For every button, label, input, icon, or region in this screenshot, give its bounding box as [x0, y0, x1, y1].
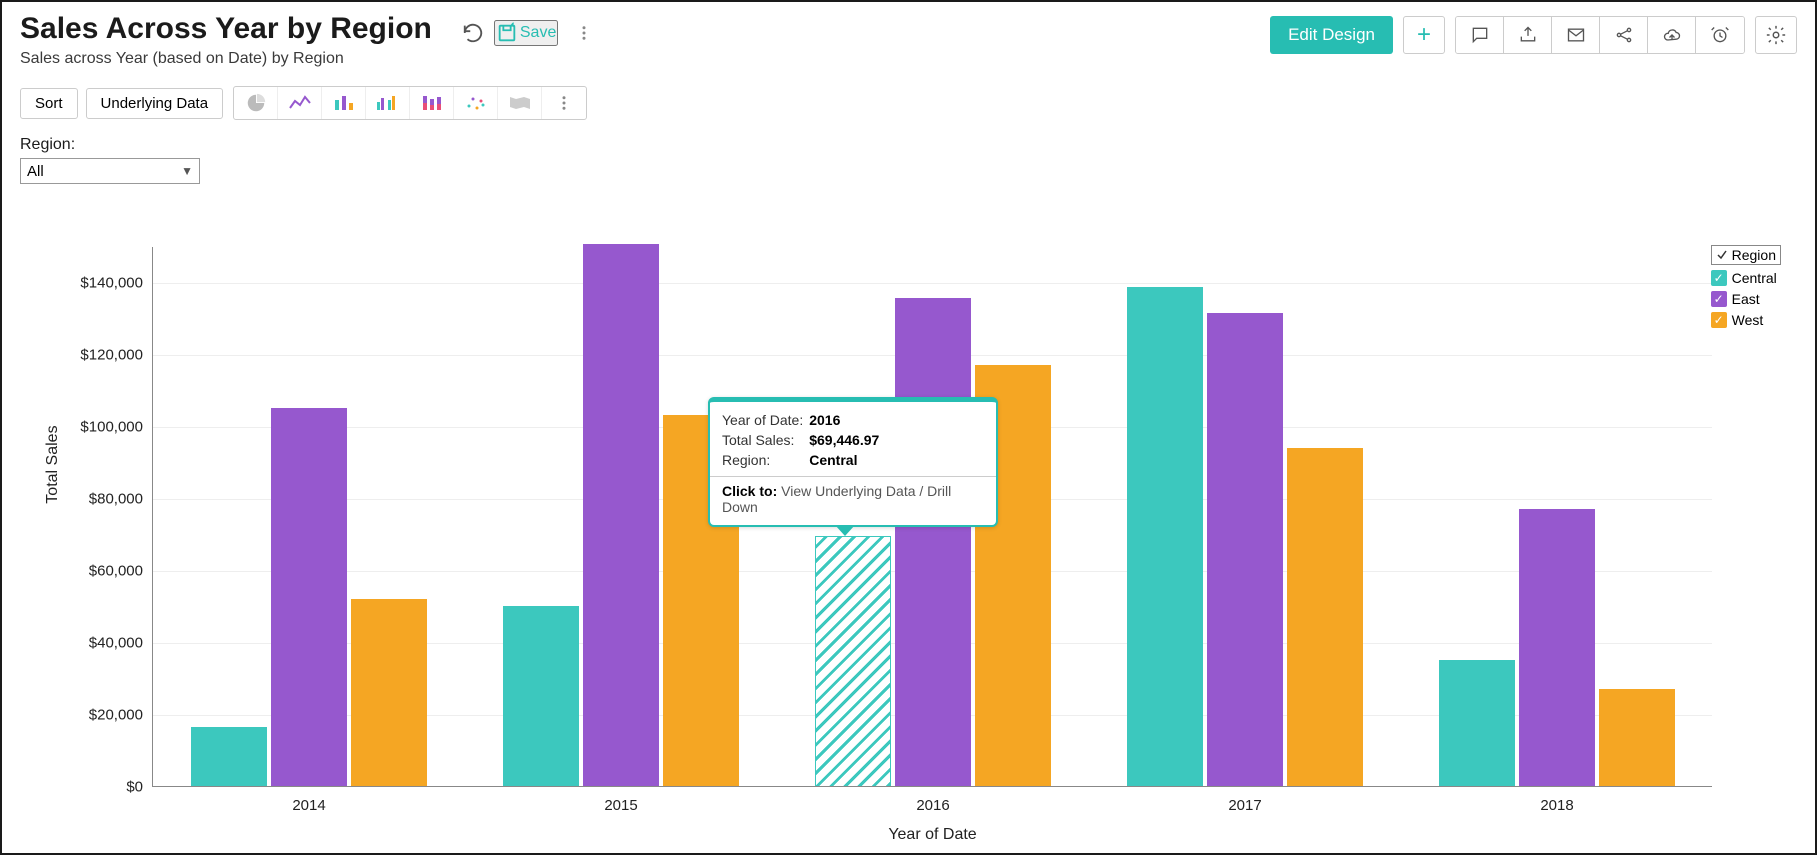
- x-tick-label: 2017: [1195, 797, 1295, 814]
- edit-design-button[interactable]: Edit Design: [1270, 16, 1393, 54]
- y-tick-label: $20,000: [63, 707, 143, 724]
- bar-central-2014[interactable]: [191, 727, 267, 786]
- chevron-down-icon: ▼: [181, 164, 193, 178]
- more-icon[interactable]: [568, 24, 600, 42]
- mail-icon[interactable]: [1552, 17, 1600, 53]
- pie-chart-icon[interactable]: [234, 87, 278, 119]
- comment-icon[interactable]: [1456, 17, 1504, 53]
- checkbox-icon: ✓: [1711, 270, 1727, 286]
- bar-east-2015[interactable]: [583, 244, 659, 786]
- y-tick-label: $80,000: [63, 491, 143, 508]
- grouped-bar-icon[interactable]: [366, 87, 410, 119]
- checkbox-icon: ✓: [1711, 312, 1727, 328]
- bar-central-2017[interactable]: [1127, 287, 1203, 786]
- x-tick-label: 2016: [883, 797, 983, 814]
- checkbox-icon: ✓: [1711, 291, 1727, 307]
- bar-east-2016[interactable]: [895, 298, 971, 786]
- underlying-data-button[interactable]: Underlying Data: [86, 88, 224, 119]
- filter-value: All: [27, 163, 44, 180]
- y-tick-label: $60,000: [63, 563, 143, 580]
- cloud-icon[interactable]: [1648, 17, 1696, 53]
- bar-west-2018[interactable]: [1599, 689, 1675, 786]
- chart-plot: $0$20,000$40,000$60,000$80,000$100,000$1…: [152, 247, 1712, 787]
- bar-central-2018[interactable]: [1439, 660, 1515, 786]
- bar-west-2014[interactable]: [351, 599, 427, 786]
- y-tick-label: $100,000: [63, 419, 143, 436]
- legend-item-central[interactable]: ✓ Central: [1711, 270, 1781, 286]
- stacked-bar-icon[interactable]: [410, 87, 454, 119]
- chart-tooltip: Year of Date:2016Total Sales:$69,446.97R…: [708, 397, 998, 527]
- line-chart-icon[interactable]: [278, 87, 322, 119]
- chart-type-more-icon[interactable]: [542, 87, 586, 119]
- region-filter-select[interactable]: All ▼: [20, 158, 200, 184]
- refresh-icon[interactable]: [462, 18, 484, 48]
- bar-central-2015[interactable]: [503, 606, 579, 786]
- bar-east-2018[interactable]: [1519, 509, 1595, 786]
- legend-toggle[interactable]: Region: [1711, 245, 1781, 265]
- y-tick-label: $0: [63, 779, 143, 796]
- legend-item-east[interactable]: ✓ East: [1711, 291, 1781, 307]
- gear-icon[interactable]: [1755, 16, 1797, 54]
- bar-west-2017[interactable]: [1287, 448, 1363, 786]
- bar-east-2014[interactable]: [271, 408, 347, 786]
- sort-button[interactable]: Sort: [20, 88, 78, 119]
- legend-item-west[interactable]: ✓ West: [1711, 312, 1781, 328]
- y-tick-label: $120,000: [63, 347, 143, 364]
- x-tick-label: 2014: [259, 797, 359, 814]
- bar-chart-icon[interactable]: [322, 87, 366, 119]
- page-subtitle: Sales across Year (based on Date) by Reg…: [20, 50, 432, 68]
- scatter-chart-icon[interactable]: [454, 87, 498, 119]
- map-chart-icon[interactable]: [498, 87, 542, 119]
- save-label: Save: [520, 24, 556, 42]
- x-axis-title: Year of Date: [888, 826, 976, 844]
- y-tick-label: $140,000: [63, 275, 143, 292]
- bar-central-2016[interactable]: [815, 536, 891, 786]
- y-tick-label: $40,000: [63, 635, 143, 652]
- legend-title: Region: [1732, 247, 1776, 263]
- x-tick-label: 2015: [571, 797, 671, 814]
- save-button[interactable]: Save: [494, 20, 558, 46]
- alarm-icon[interactable]: [1696, 17, 1744, 53]
- y-axis-title: Total Sales: [44, 425, 62, 503]
- filter-label: Region:: [20, 136, 1797, 154]
- export-icon[interactable]: [1504, 17, 1552, 53]
- x-tick-label: 2018: [1507, 797, 1607, 814]
- share-icon[interactable]: [1600, 17, 1648, 53]
- bar-east-2017[interactable]: [1207, 313, 1283, 786]
- add-button[interactable]: +: [1403, 16, 1445, 54]
- page-title: Sales Across Year by Region: [20, 12, 432, 46]
